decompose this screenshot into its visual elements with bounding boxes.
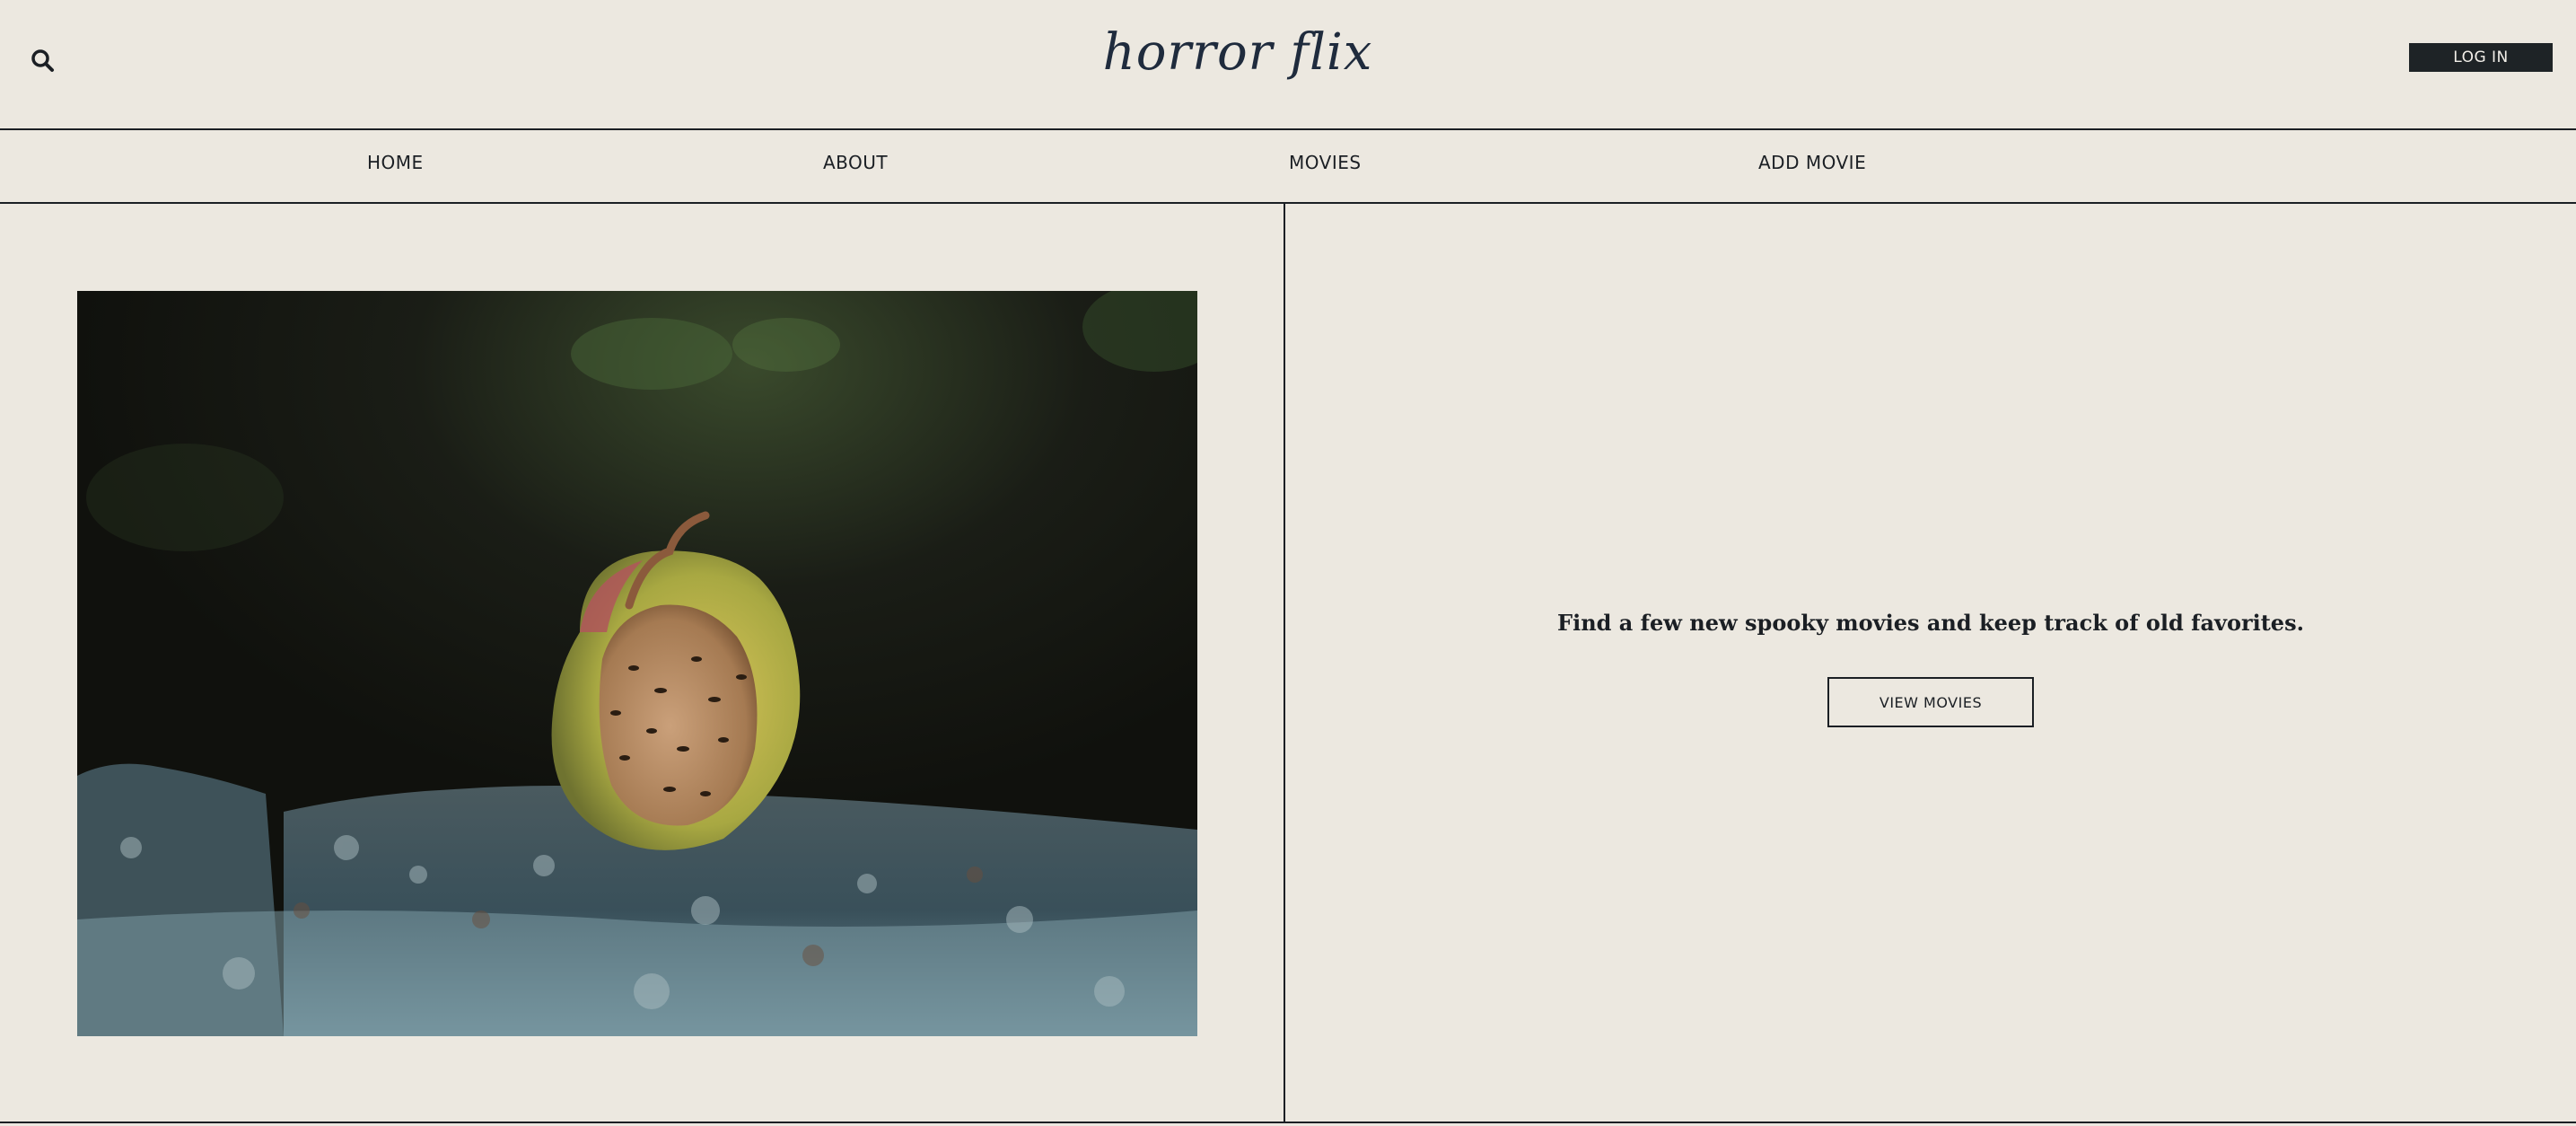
nav-item-movies[interactable]: MOVIES	[1289, 152, 1362, 173]
hero-section: Find a few new spooky movies and keep tr…	[0, 204, 2576, 1123]
nav-item-home[interactable]: HOME	[367, 152, 424, 173]
site-header: horror flix LOG IN	[0, 0, 2576, 130]
site-logo[interactable]: horror flix	[0, 23, 2475, 82]
nav-item-add-movie[interactable]: ADD MOVIE	[1758, 152, 1866, 173]
nav-item-about[interactable]: ABOUT	[823, 152, 888, 173]
hero-image	[77, 291, 1197, 1036]
hero-tagline: Find a few new spooky movies and keep tr…	[1557, 610, 2304, 636]
section-divider	[1284, 204, 1285, 1123]
view-movies-button[interactable]: VIEW MOVIES	[1827, 677, 2034, 727]
main-nav: HOME ABOUT MOVIES ADD MOVIE	[0, 130, 2576, 204]
login-button[interactable]: LOG IN	[2409, 43, 2553, 72]
